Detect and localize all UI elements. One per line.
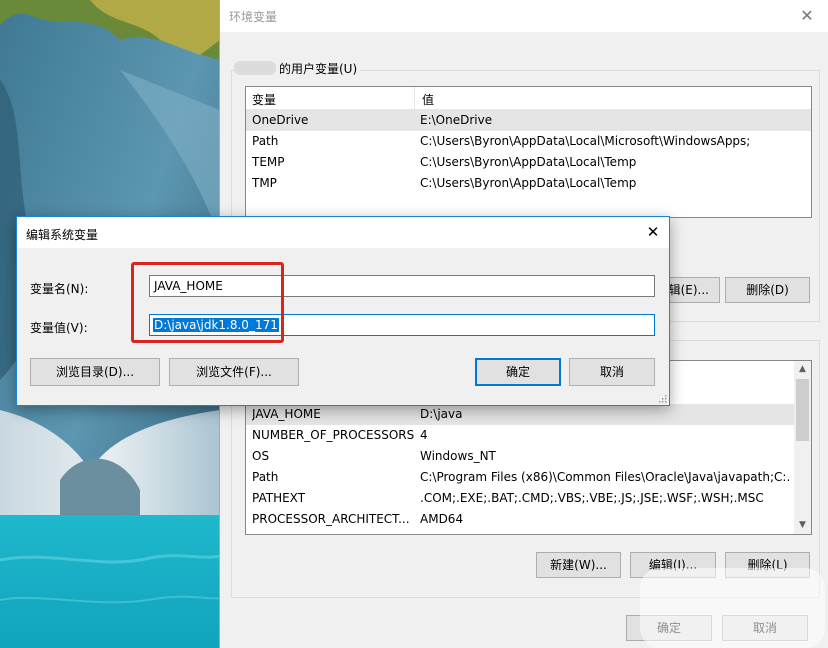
system-var-row[interactable]: JAVA_HOME D:\java: [246, 404, 811, 425]
var-name: JAVA_HOME: [252, 407, 321, 421]
env-window-close-icon[interactable]: ✕: [785, 0, 828, 32]
blurred-username: [234, 61, 276, 75]
user-delete-button[interactable]: 删除(D): [725, 277, 810, 303]
var-value: E:\OneDrive: [420, 113, 493, 127]
watermark-smudge: [640, 568, 825, 648]
var-value: AMD64: [420, 512, 464, 526]
var-name: TEMP: [252, 155, 285, 169]
variable-value-input[interactable]: D:\java\jdk1.8.0_171: [149, 314, 655, 336]
var-value: C:\Program Files (x86)\Common Files\Orac…: [420, 470, 790, 484]
user-list-header: 变量 值: [246, 87, 811, 110]
system-var-row[interactable]: PROCESSOR_ARCHITECT... AMD64: [246, 509, 811, 530]
system-new-button[interactable]: 新建(W)...: [536, 552, 621, 578]
browse-file-button[interactable]: 浏览文件(F)...: [169, 358, 299, 386]
var-name: NUMBER_OF_PROCESSORS: [252, 428, 415, 442]
system-var-row[interactable]: PATHEXT .COM;.EXE;.BAT;.CMD;.VBS;.VBE;.J…: [246, 488, 811, 509]
var-name: PROCESSOR_ARCHITECT...: [252, 512, 410, 526]
env-window-title: 环境变量: [229, 10, 278, 24]
var-value: Windows_NT: [420, 449, 496, 463]
resize-grip-icon[interactable]: [657, 393, 667, 403]
column-header-value[interactable]: 值: [422, 91, 434, 108]
dialog-titlebar: 编辑系统变量 ✕: [17, 217, 669, 248]
user-var-row[interactable]: TMP C:\Users\Byron\AppData\Local\Temp: [246, 173, 811, 194]
user-var-row[interactable]: TEMP C:\Users\Byron\AppData\Local\Temp: [246, 152, 811, 173]
var-value: 4: [420, 428, 428, 442]
env-window-titlebar: 环境变量 ✕: [220, 0, 828, 32]
system-var-row[interactable]: OS Windows_NT: [246, 446, 811, 467]
user-variables-list[interactable]: 变量 值 OneDrive E:\OneDrive Path C:\Users\…: [245, 86, 812, 218]
edit-system-variable-dialog: 编辑系统变量 ✕ 变量名(N): JAVA_HOME 变量值(V): D:\ja…: [16, 216, 670, 406]
dialog-ok-button[interactable]: 确定: [475, 358, 561, 386]
system-var-row[interactable]: Path C:\Program Files (x86)\Common Files…: [246, 467, 811, 488]
system-var-row[interactable]: NUMBER_OF_PROCESSORS 4: [246, 425, 811, 446]
dialog-close-icon[interactable]: ✕: [637, 217, 669, 248]
var-name: TMP: [252, 176, 277, 190]
column-header-name[interactable]: 变量: [252, 91, 276, 108]
var-name: OS: [252, 449, 270, 463]
scroll-down-icon[interactable]: ▼: [794, 517, 811, 534]
scroll-up-icon[interactable]: ▲: [794, 361, 811, 378]
var-value: .COM;.EXE;.BAT;.CMD;.VBS;.VBE;.JS;.JSE;.…: [420, 491, 764, 505]
variable-name-label: 变量名(N):: [30, 282, 89, 296]
var-value: D:\java: [420, 407, 463, 421]
variable-value-label: 变量值(V):: [30, 321, 88, 335]
var-value: C:\Users\Byron\AppData\Local\Temp: [420, 155, 637, 169]
user-var-row[interactable]: Path C:\Users\Byron\AppData\Local\Micros…: [246, 131, 811, 152]
variable-name-value: JAVA_HOME: [154, 279, 223, 293]
dialog-title: 编辑系统变量: [26, 228, 99, 242]
variable-name-input[interactable]: JAVA_HOME: [149, 275, 655, 297]
var-name: PATHEXT: [252, 491, 306, 505]
user-variables-label: 的用户变量(U): [276, 60, 361, 77]
var-value: C:\Users\Byron\AppData\Local\Microsoft\W…: [420, 134, 751, 148]
var-name: Path: [252, 134, 279, 148]
browse-directory-button[interactable]: 浏览目录(D)...: [30, 358, 160, 386]
scroll-thumb[interactable]: [796, 379, 809, 441]
variable-value-value: D:\java\jdk1.8.0_171: [153, 318, 279, 332]
dialog-cancel-button[interactable]: 取消: [569, 358, 655, 386]
var-value: C:\Users\Byron\AppData\Local\Temp: [420, 176, 637, 190]
user-var-row[interactable]: OneDrive E:\OneDrive: [246, 110, 811, 131]
var-name: Path: [252, 470, 279, 484]
system-list-scrollbar[interactable]: ▲ ▼: [794, 361, 811, 534]
var-name: OneDrive: [252, 113, 309, 127]
